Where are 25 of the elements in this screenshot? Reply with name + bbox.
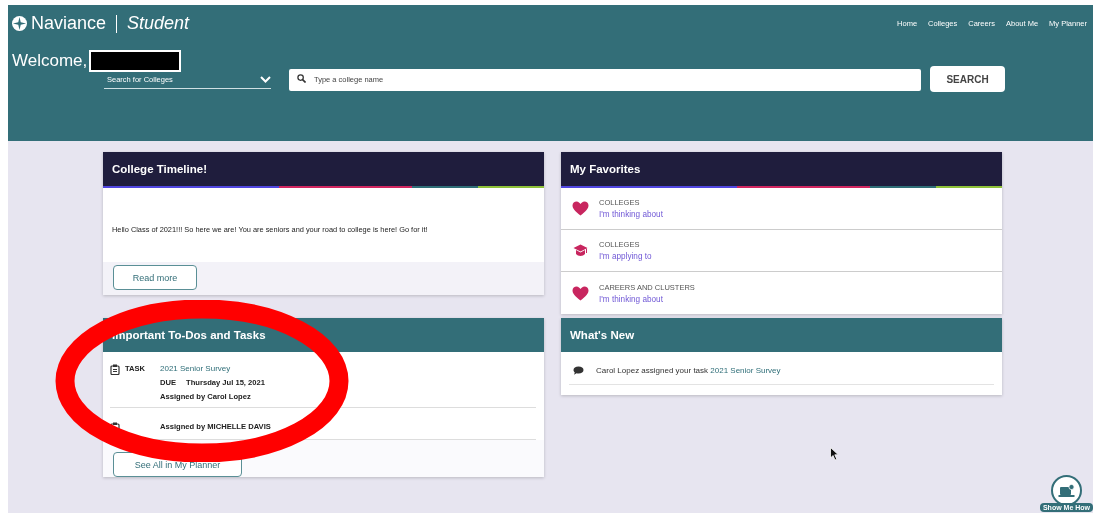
- product-name: Student: [127, 13, 190, 34]
- search-icon: [297, 74, 306, 83]
- search-button[interactable]: SEARCH: [930, 66, 1005, 92]
- welcome-text: Welcome,: [12, 51, 88, 71]
- card-title: Important To-Dos and Tasks: [112, 329, 266, 341]
- favorites-link[interactable]: I'm applying to: [599, 252, 652, 261]
- brand-name: Naviance: [31, 13, 107, 34]
- favorites-link[interactable]: I'm thinking about: [599, 294, 663, 304]
- task-link[interactable]: 2021 Senior Survey: [710, 366, 781, 375]
- clipboard-icon: [110, 364, 120, 375]
- task-link[interactable]: 2021 Senior Survey: [160, 364, 231, 373]
- read-more-button[interactable]: Read more: [113, 265, 197, 290]
- card-title: What's New: [570, 329, 635, 341]
- graduation-cap-icon: [573, 244, 588, 257]
- speech-bubble-icon: [573, 366, 584, 375]
- card-title: College Timeline!: [112, 163, 207, 175]
- heart-icon: [572, 285, 589, 301]
- heart-icon: [572, 201, 589, 216]
- compass-logo-icon: [12, 16, 27, 31]
- cursor-icon: [830, 447, 839, 461]
- activity-message: Carol Lopez assigned your task 2021 Senior Survey: [596, 366, 781, 375]
- favorites-link[interactable]: I'm thinking about: [599, 210, 663, 219]
- chevron-down-icon: [260, 76, 271, 83]
- laptop-icon: [1057, 483, 1075, 498]
- card-title: My Favorites: [570, 163, 641, 175]
